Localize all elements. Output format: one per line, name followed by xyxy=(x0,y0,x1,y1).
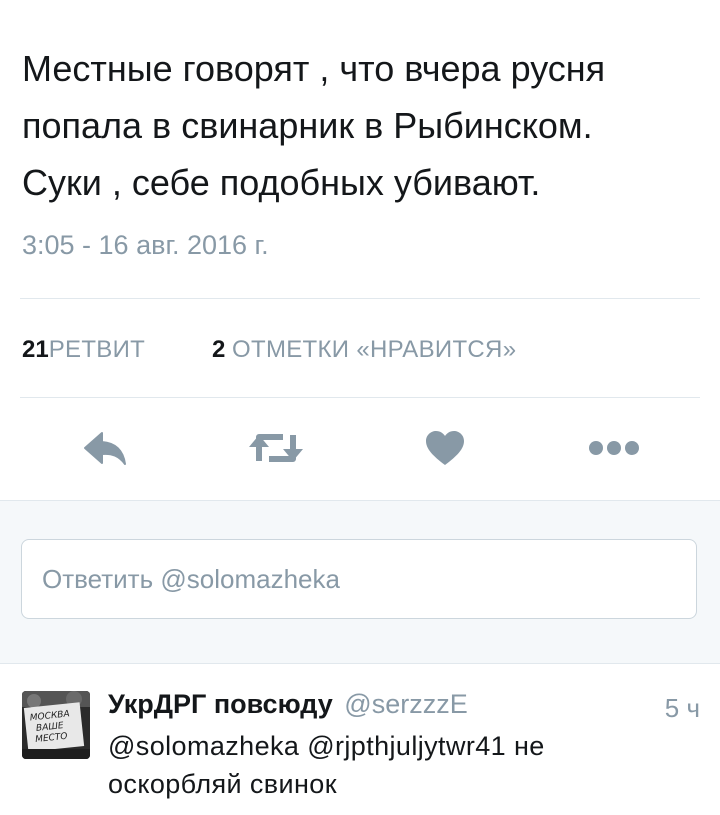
reply-author-handle[interactable]: @serzzzE xyxy=(344,689,467,719)
reply-input[interactable] xyxy=(21,539,697,619)
tweet-text-line: Местные говорят , что вчера русня xyxy=(22,48,606,89)
retweet-button[interactable] xyxy=(246,420,306,476)
reply-author-name[interactable]: УкрДРГ повсюду xyxy=(108,689,333,719)
more-icon xyxy=(589,441,639,455)
heart-icon xyxy=(426,431,464,465)
retweets-count: 21 xyxy=(22,336,49,363)
reply-button[interactable] xyxy=(75,420,135,476)
tweet-text-line: попала в свинарник в Рыбинском. xyxy=(22,105,593,146)
tweet-actions xyxy=(0,420,720,476)
tweet-timestamp[interactable]: 3:05 - 16 авг. 2016 г. xyxy=(22,230,269,261)
divider xyxy=(20,397,700,398)
reply-author[interactable]: УкрДРГ повсюду @serzzzE xyxy=(108,689,468,720)
avatar[interactable]: МОСКВА ВАШЕ МЕСТО xyxy=(22,691,90,759)
reply-icon xyxy=(84,432,126,465)
reply-text: @solomazheka @rjpthjuljytwr41 не оскорбл… xyxy=(108,727,628,803)
retweets-label: РЕТВИТ xyxy=(48,336,146,363)
divider xyxy=(20,298,700,299)
reply-tweet[interactable]: МОСКВА ВАШЕ МЕСТО УкрДРГ повсюду @serzzz… xyxy=(0,663,720,815)
likes-label: ОТМЕТКИ «НРАВИТСЯ» xyxy=(232,336,517,363)
tweet-text-line: Суки , себе подобных убивают. xyxy=(22,162,541,203)
reply-text-line: оскорбляй свинок xyxy=(108,769,337,799)
more-button[interactable] xyxy=(584,420,644,476)
likes-stat[interactable]: 2 ОТМЕТКИ «НРАВИТСЯ» xyxy=(212,336,516,364)
reply-text-line: @solomazheka @rjpthjuljytwr41 не xyxy=(108,731,545,761)
avatar-image: МОСКВА ВАШЕ МЕСТО xyxy=(22,691,90,759)
tweet-text: Местные говорят , что вчера русня попала… xyxy=(22,40,702,211)
like-button[interactable] xyxy=(415,420,475,476)
reply-composer xyxy=(0,500,720,664)
likes-count: 2 xyxy=(212,336,226,363)
retweet-icon xyxy=(249,434,303,462)
retweets-stat[interactable]: 21РЕТВИТ xyxy=(22,336,145,364)
reply-timestamp[interactable]: 5 ч xyxy=(665,693,700,724)
